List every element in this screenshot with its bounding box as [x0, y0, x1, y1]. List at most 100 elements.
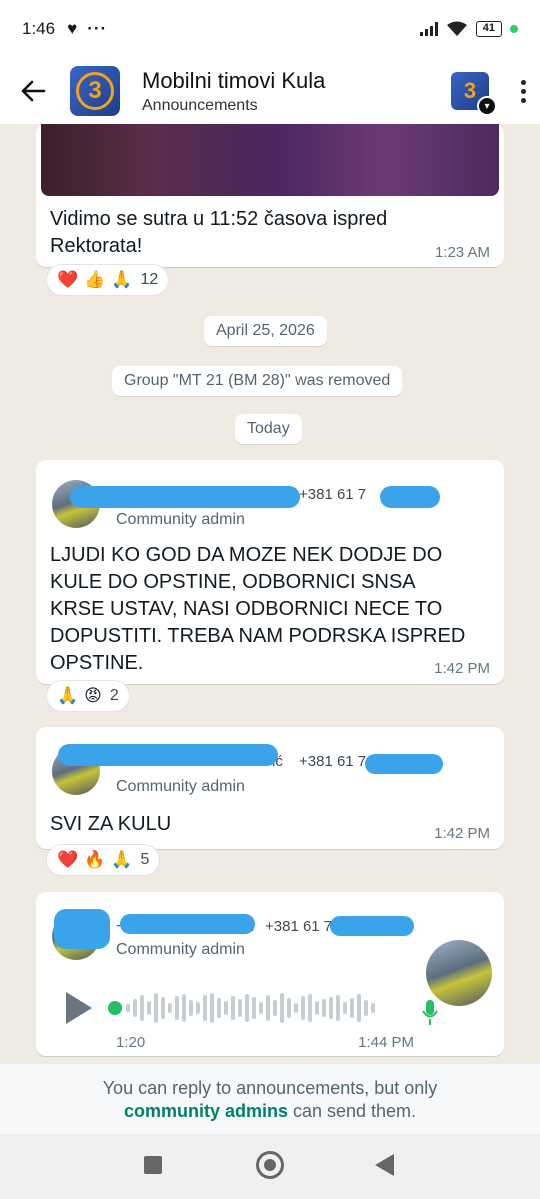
nav-home-icon[interactable] — [256, 1151, 284, 1179]
page-title: Mobilni timovi Kula — [142, 67, 326, 93]
waveform-bar — [140, 995, 144, 1021]
redaction-mark — [54, 909, 110, 949]
reaction-count: 12 — [140, 271, 159, 288]
waveform-bar — [203, 995, 207, 1021]
waveform-bar — [259, 1002, 263, 1014]
waveform-bar — [350, 998, 354, 1018]
reaction-emoji: 🙏 — [111, 850, 133, 869]
back-button[interactable] — [0, 58, 66, 124]
message-time: 1:23 AM — [434, 244, 490, 261]
waveform-bar — [147, 1001, 151, 1015]
waveform-bar — [343, 1002, 347, 1014]
voice-waveform[interactable] — [126, 991, 375, 1025]
reaction-emoji: ❤️ — [57, 850, 79, 869]
reaction-emoji: 😡 — [84, 686, 102, 705]
waveform-bar — [224, 1001, 228, 1015]
waveform-bar — [175, 996, 179, 1020]
waveform-bar — [371, 1003, 375, 1013]
waveform-bar — [217, 998, 221, 1018]
system-nav-bar — [0, 1134, 540, 1199]
status-bar: 1:46 ♥ ··· 41 — [0, 0, 540, 58]
chevron-down-icon: ▾ — [477, 96, 497, 116]
date-divider: April 25, 2026 — [204, 316, 327, 346]
battery-icon: 41 — [475, 21, 502, 37]
waveform-bar — [357, 994, 361, 1022]
sender-phone: +381 61 7 — [265, 918, 333, 935]
voice-sender-avatar[interactable] — [426, 940, 492, 1006]
community-logo-icon[interactable]: 3 — [70, 66, 120, 116]
waveform-bar — [301, 996, 305, 1020]
waveform-bar — [133, 999, 137, 1017]
reaction-emoji: ❤️ — [57, 270, 79, 289]
waveform-bar — [287, 998, 291, 1018]
voice-progress-handle[interactable] — [108, 1001, 122, 1015]
sender-role: Community admin — [116, 778, 245, 795]
waveform-bar — [322, 999, 326, 1017]
message-image[interactable] — [41, 124, 499, 196]
wifi-icon — [446, 21, 467, 36]
message-text: SVI ZA KULU — [50, 813, 172, 835]
redaction-mark — [380, 486, 440, 508]
voice-duration: 1:20 — [116, 1034, 146, 1051]
waveform-bar — [364, 1000, 368, 1016]
message-text: Vidimo se sutra u 11:52 časova ispred Re… — [50, 208, 388, 257]
today-divider: Today — [235, 414, 302, 444]
reaction-emoji: 🙏 — [111, 270, 133, 289]
waveform-bar — [245, 994, 249, 1022]
waveform-bar — [266, 995, 270, 1021]
community-switch-button[interactable]: 3 ▾ — [451, 72, 497, 116]
message-time: 1:42 PM — [434, 825, 490, 842]
reaction-emoji: 🔥 — [84, 850, 106, 869]
waveform-bar — [182, 994, 186, 1022]
footer-line1: You can reply to announcements, but only — [102, 1078, 438, 1098]
reactions-bar[interactable]: ❤️ 🔥 🙏 5 — [46, 844, 161, 876]
redaction-mark — [330, 916, 414, 936]
system-message: Group "MT 21 (BM 28)" was removed — [112, 366, 403, 396]
waveform-bar — [280, 993, 284, 1023]
waveform-bar — [154, 993, 158, 1023]
redaction-mark — [70, 486, 300, 508]
reactions-bar[interactable]: 🙏 😡 2 — [46, 680, 130, 712]
sender-phone: +381 61 7 — [299, 486, 367, 503]
reaction-emoji: 🙏 — [57, 686, 79, 705]
waveform-bar — [315, 1001, 319, 1015]
page-subtitle: Announcements — [142, 96, 258, 114]
waveform-bar — [252, 997, 256, 1019]
waveform-bar — [336, 995, 340, 1021]
waveform-bar — [168, 1003, 172, 1013]
redaction-mark — [58, 744, 278, 766]
waveform-bar — [196, 1002, 200, 1014]
more-vert-icon[interactable] — [521, 79, 526, 103]
mic-icon — [422, 1000, 438, 1025]
nav-square-icon[interactable] — [144, 1156, 162, 1174]
back-arrow-icon — [21, 80, 46, 102]
waveform-bar — [126, 1004, 130, 1012]
reaction-count: 5 — [140, 851, 150, 868]
notification-dots-icon: ··· — [87, 19, 108, 38]
message-time: 1:42 PM — [434, 660, 490, 677]
reaction-count: 2 — [109, 687, 119, 704]
nav-back-icon[interactable] — [375, 1154, 394, 1176]
redaction-mark — [365, 754, 443, 774]
chat-header: 3 Mobilni timovi Kula Announcements 3 ▾ — [0, 58, 540, 124]
waveform-bar — [161, 997, 165, 1019]
community-admins-link[interactable]: community admins — [124, 1101, 288, 1121]
waveform-bar — [329, 997, 333, 1019]
status-time: 1:46 — [22, 19, 56, 38]
sender-phone: +381 61 7 — [299, 753, 367, 770]
announcement-footer: You can reply to announcements, but only… — [0, 1064, 540, 1134]
waveform-bar — [231, 996, 235, 1020]
signal-icon — [419, 22, 438, 36]
waveform-bar — [294, 1003, 298, 1013]
waveform-bar — [238, 999, 242, 1017]
heart-icon: ♥ — [67, 19, 78, 38]
message-bubble[interactable]: Vidimo se sutra u 11:52 časova ispred Re… — [36, 124, 504, 267]
redaction-mark — [120, 914, 255, 934]
reactions-bar[interactable]: ❤️ 👍 🙏 12 — [46, 264, 170, 296]
play-icon[interactable] — [66, 992, 92, 1024]
sender-role: Community admin — [116, 941, 245, 958]
sender-role: Community admin — [116, 511, 245, 528]
message-list[interactable]: Vidimo se sutra u 11:52 časova ispred Re… — [0, 124, 540, 1064]
header-titles[interactable]: Mobilni timovi Kula Announcements — [142, 68, 325, 115]
waveform-bar — [308, 994, 312, 1022]
